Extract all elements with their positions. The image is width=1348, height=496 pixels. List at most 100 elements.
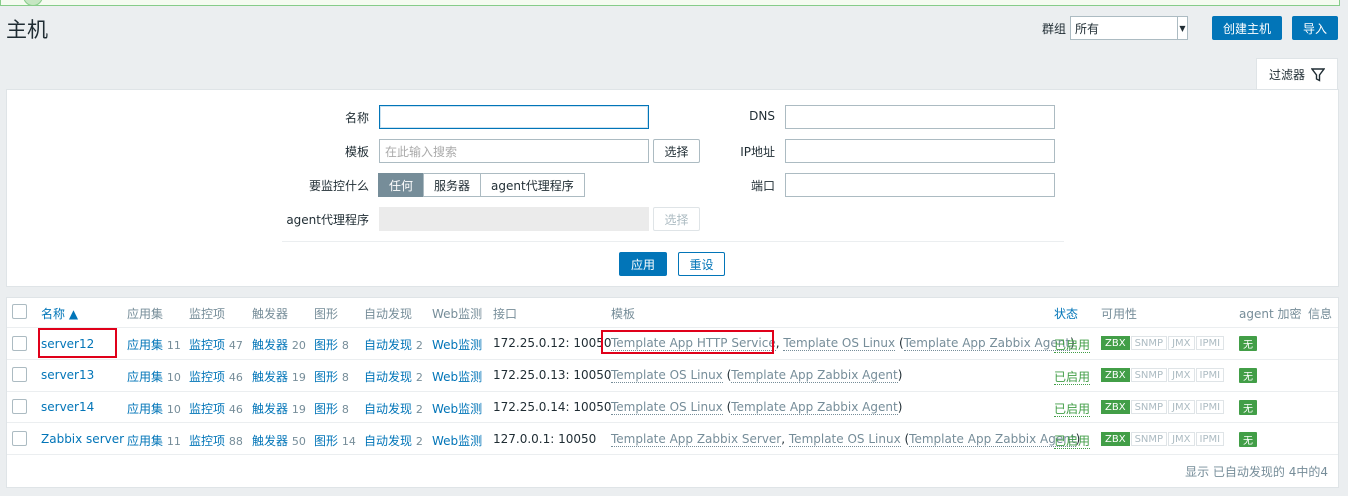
encryption-badge: 无: [1239, 432, 1257, 447]
status-toggle[interactable]: 已启用: [1054, 402, 1091, 417]
host-name-link[interactable]: server13: [41, 368, 94, 382]
graphs-link[interactable]: 图形: [314, 402, 338, 416]
col-applications: 应用集: [127, 307, 164, 321]
monitored-by-proxy[interactable]: agent代理程序: [480, 173, 585, 197]
discovery-link[interactable]: 自动发现: [364, 402, 412, 416]
zbx-badge: ZBX: [1101, 400, 1130, 414]
template-link[interactable]: Template OS Linux: [611, 400, 723, 415]
template-link[interactable]: Template App Zabbix Agent: [909, 432, 1076, 447]
status-cell: 已启用: [1054, 368, 1091, 385]
encryption-badge: 无: [1239, 336, 1257, 351]
monitored-by-segmented: 任何 服务器 agent代理程序: [378, 173, 585, 197]
triggers-cell: 触发器 19: [252, 368, 306, 385]
applications-link[interactable]: 应用集: [127, 434, 163, 448]
items-count: 46: [228, 403, 243, 416]
proxy-select-button: 选择: [653, 207, 700, 231]
template-select-button[interactable]: 选择: [653, 139, 700, 163]
create-host-button[interactable]: 创建主机: [1211, 16, 1282, 40]
name-input[interactable]: [379, 105, 649, 129]
row-checkbox[interactable]: [12, 399, 27, 414]
col-web: Web监测: [432, 307, 483, 321]
col-triggers: 触发器: [252, 307, 289, 321]
proxy-label: agent代理程序: [286, 213, 369, 227]
apply-button[interactable]: 应用: [619, 252, 667, 276]
col-graphs: 图形: [314, 307, 339, 321]
applications-link[interactable]: 应用集: [127, 370, 163, 384]
web-link[interactable]: Web监测: [432, 368, 482, 385]
triggers-link[interactable]: 触发器: [252, 370, 288, 384]
items-cell: 监控项 46: [189, 368, 243, 385]
graphs-link[interactable]: 图形: [314, 338, 338, 352]
status-cell: 已启用: [1054, 400, 1091, 417]
applications-link[interactable]: 应用集: [127, 338, 163, 352]
import-button[interactable]: 导入: [1291, 16, 1338, 40]
ip-input[interactable]: [785, 139, 1055, 163]
triggers-cell: 触发器 19: [252, 400, 306, 417]
triggers-link[interactable]: 触发器: [252, 434, 288, 448]
col-status[interactable]: 状态: [1054, 305, 1078, 322]
applications-count: 10: [166, 403, 181, 416]
template-link[interactable]: Template App Zabbix Agent: [731, 368, 898, 383]
group-select[interactable]: 所有 ▼: [1069, 16, 1188, 40]
reset-button[interactable]: 重设: [678, 252, 725, 276]
template-link[interactable]: Template OS Linux: [788, 432, 901, 447]
template-input[interactable]: 在此输入搜索: [379, 139, 649, 163]
graphs-cell: 图形 8: [314, 336, 349, 353]
discovery-link[interactable]: 自动发现: [364, 338, 412, 352]
ipmi-badge: IPMI: [1195, 336, 1225, 350]
items-link[interactable]: 监控项: [189, 402, 225, 416]
dns-input[interactable]: [785, 105, 1055, 129]
status-toggle[interactable]: 已启用: [1054, 338, 1091, 353]
applications-cell: 应用集 10: [127, 400, 181, 417]
encryption-badge: 无: [1239, 400, 1257, 415]
page-title: 主机: [6, 18, 48, 42]
items-link[interactable]: 监控项: [189, 434, 225, 448]
row-checkbox[interactable]: [12, 336, 27, 351]
name-label: 名称: [344, 111, 369, 125]
col-name[interactable]: 名称 ▲: [41, 305, 78, 322]
discovery-link[interactable]: 自动发现: [364, 370, 412, 384]
web-link[interactable]: Web监测: [432, 336, 482, 353]
port-input[interactable]: [785, 173, 1055, 197]
applications-link[interactable]: 应用集: [127, 402, 163, 416]
triggers-link[interactable]: 触发器: [252, 338, 288, 352]
triggers-link[interactable]: 触发器: [252, 402, 288, 416]
interface-cell: 127.0.0.1: 10050: [493, 432, 597, 446]
select-all-checkbox[interactable]: [12, 304, 27, 319]
graphs-link[interactable]: 图形: [314, 370, 338, 384]
monitored-by-label: 要监控什么: [308, 179, 369, 193]
row-checkbox[interactable]: [12, 431, 27, 446]
status-cell: 已启用: [1054, 336, 1091, 353]
row-checkbox[interactable]: [12, 367, 27, 382]
template-link[interactable]: Template App Zabbix Server: [611, 432, 782, 447]
graphs-cell: 图形 14: [314, 432, 356, 449]
template-link[interactable]: Template App Zabbix Agent: [731, 400, 898, 415]
host-name-link[interactable]: server14: [41, 400, 94, 414]
monitored-by-any[interactable]: 任何: [378, 173, 425, 197]
template-link[interactable]: Template OS Linux: [783, 336, 896, 351]
web-link[interactable]: Web监测: [432, 400, 482, 417]
graphs-count: 14: [341, 435, 356, 448]
snmp-badge: SNMP: [1130, 336, 1168, 350]
graphs-link[interactable]: 图形: [314, 434, 338, 448]
template-link[interactable]: Template OS Linux: [611, 368, 723, 383]
templates-cell: Template OS Linux (Template App Zabbix A…: [611, 400, 903, 415]
applications-count: 10: [166, 371, 181, 384]
template-link[interactable]: Template App Zabbix Agent: [903, 336, 1071, 351]
templates-cell: Template OS Linux (Template App Zabbix A…: [611, 368, 903, 383]
host-name-link[interactable]: Zabbix server: [41, 432, 124, 446]
status-toggle[interactable]: 已启用: [1054, 434, 1091, 449]
triggers-cell: 触发器 50: [252, 432, 306, 449]
items-link[interactable]: 监控项: [189, 338, 225, 352]
group-select-value: 所有: [1074, 21, 1099, 36]
triggers-count: 19: [291, 371, 306, 384]
items-link[interactable]: 监控项: [189, 370, 225, 384]
discovery-link[interactable]: 自动发现: [364, 434, 412, 448]
ip-label: IP地址: [740, 145, 775, 159]
monitored-by-server[interactable]: 服务器: [423, 173, 482, 197]
filter-tab[interactable]: 过滤器: [1256, 58, 1338, 90]
status-cell: 已启用: [1054, 432, 1091, 449]
web-link[interactable]: Web监测: [432, 432, 482, 449]
status-toggle[interactable]: 已启用: [1054, 370, 1091, 385]
dns-label: DNS: [749, 109, 775, 123]
